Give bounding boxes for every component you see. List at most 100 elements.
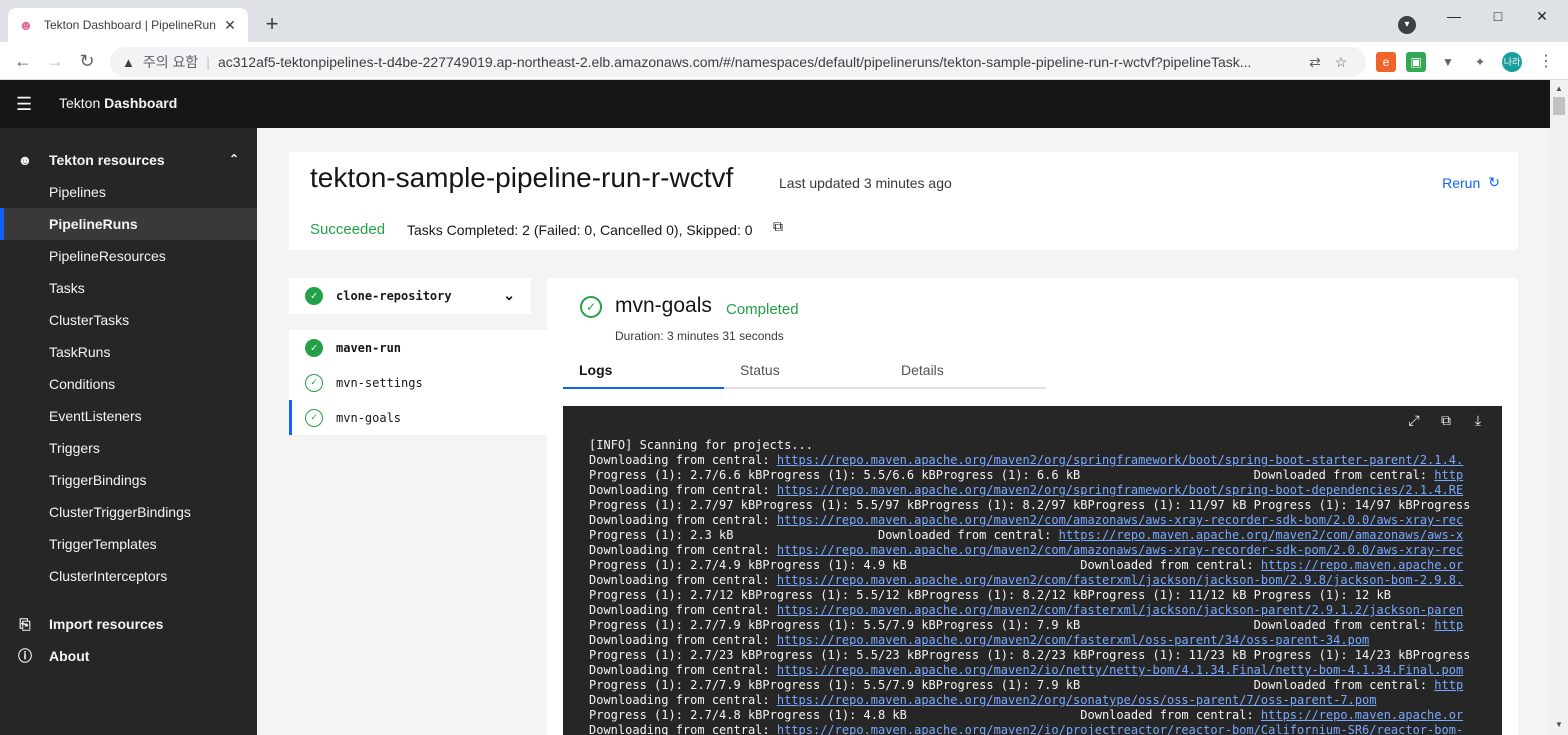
step-name: mvn-goals [336, 410, 402, 425]
log-link[interactable]: https://repo.maven.apache.org/maven2/com… [777, 543, 1463, 557]
log-link[interactable]: http [1434, 468, 1463, 482]
copy-icon[interactable]: ⧉ [773, 218, 783, 235]
close-window-button[interactable]: ✕ [1520, 0, 1564, 32]
log-text: Progress (1): 2.7/4.9 kBProgress (1): 4.… [589, 558, 1261, 572]
rerun-button[interactable]: Rerun ↻ [1442, 174, 1500, 191]
translate-icon[interactable]: ⇄ [1302, 54, 1328, 71]
log-line: Progress (1): 2.7/97 kBProgress (1): 5.5… [589, 498, 1476, 513]
address-bar[interactable]: ▲ 주의 요함 | ac312af5-tektonpipelines-t-d4b… [110, 47, 1366, 77]
log-text: Progress (1): 2.7/23 kBProgress (1): 5.5… [589, 648, 1471, 662]
security-warning-text[interactable]: 주의 요함 [143, 52, 198, 72]
log-text: Downloading from central: [589, 513, 777, 527]
reload-icon[interactable]: ↻ [74, 48, 100, 74]
sidebar-item-triggertemplates[interactable]: TriggerTemplates [0, 528, 257, 560]
browser-tab[interactable]: ☻ Tekton Dashboard | PipelineRun ✕ [8, 8, 248, 42]
sidebar-item-eventlisteners[interactable]: EventListeners [0, 400, 257, 432]
log-line: Downloading from central: https://repo.m… [589, 723, 1476, 735]
log-link[interactable]: https://repo.maven.apache.org/maven2/com… [777, 573, 1463, 587]
scroll-down-icon[interactable]: ▼ [1555, 720, 1563, 729]
profile-avatar[interactable]: 나라 [1502, 52, 1522, 72]
new-tab-button[interactable]: + [260, 12, 284, 36]
log-viewer[interactable]: ⤢ ⧉ ⤓ [INFO] Scanning for projects... Dow… [563, 406, 1502, 735]
log-text: Downloading from central: [589, 453, 777, 467]
tab-details[interactable]: Details [885, 357, 1046, 389]
log-link[interactable]: https://repo.maven.apache.org/maven2/com… [777, 633, 1369, 647]
maximize-window-button[interactable]: □ [1476, 0, 1520, 32]
log-link[interactable]: https://repo.maven.apache.org/maven2/com… [777, 603, 1463, 617]
log-line: Downloading from central: https://repo.m… [589, 603, 1476, 618]
log-link[interactable]: http [1434, 678, 1463, 692]
main-content: tekton-sample-pipeline-run-r-wctvf Last … [257, 128, 1550, 735]
sidebar-item-triggers[interactable]: Triggers [0, 432, 257, 464]
scroll-thumb[interactable] [1553, 97, 1565, 115]
log-line: Downloading from central: https://repo.m… [589, 453, 1476, 468]
extensions-puzzle-icon[interactable]: ✦ [1470, 52, 1490, 72]
tab-logs[interactable]: Logs [563, 357, 724, 389]
browser-tab-title: Tekton Dashboard | PipelineRun [44, 18, 216, 32]
chevron-down-icon[interactable]: ⌄ [503, 287, 515, 304]
brand-prefix: Tekton [59, 95, 101, 111]
tab-search-icon[interactable]: ▾ [1398, 16, 1416, 34]
tasks-summary: Tasks Completed: 2 (Failed: 0, Cancelled… [407, 222, 753, 238]
bookmark-star-icon[interactable]: ☆ [1328, 54, 1354, 71]
step-mvn-settings[interactable]: ✓ mvn-settings [289, 365, 547, 400]
log-text: Progress (1): 2.3 kB Downloaded from cen… [589, 528, 1059, 542]
chevron-up-icon[interactable]: ⌃ [229, 152, 239, 166]
log-link[interactable]: https://repo.maven.apache.org/maven2/org… [777, 453, 1463, 467]
log-line: Downloading from central: https://repo.m… [589, 663, 1476, 678]
log-link[interactable]: https://repo.maven.apache.or [1261, 708, 1463, 722]
app-brand[interactable]: Tekton Dashboard [59, 95, 177, 111]
browser-menu-icon[interactable]: ⋮ [1536, 52, 1556, 72]
close-tab-icon[interactable]: ✕ [222, 17, 238, 34]
extension-ex-icon[interactable]: e [1376, 52, 1396, 72]
rerun-label: Rerun [1442, 174, 1481, 191]
success-outline-icon: ✓ [305, 408, 323, 427]
sidebar-item-conditions[interactable]: Conditions [0, 368, 257, 400]
task-clone-repository[interactable]: ✓ clone-repository ⌄ [289, 278, 531, 314]
log-link[interactable]: https://repo.maven.apache.org/maven2/io/… [777, 723, 1463, 735]
log-line: Progress (1): 2.7/23 kBProgress (1): 5.5… [589, 648, 1476, 663]
sidebar-item-pipelineruns[interactable]: PipelineRuns [0, 208, 257, 240]
sidebar-item-clustertasks[interactable]: ClusterTasks [0, 304, 257, 336]
log-link[interactable]: https://repo.maven.apache.org/maven2/org… [777, 483, 1463, 497]
sidebar-item-clusterinterceptors[interactable]: ClusterInterceptors [0, 560, 257, 592]
log-text: Downloading from central: [589, 603, 777, 617]
sidebar-item-pipelineresources[interactable]: PipelineResources [0, 240, 257, 272]
url-text[interactable]: ac312af5-tektonpipelines-t-d4be-22774901… [218, 54, 1302, 70]
sidebar-item-triggerbindings[interactable]: TriggerBindings [0, 464, 257, 496]
sidebar-item-clustertriggerbindings[interactable]: ClusterTriggerBindings [0, 496, 257, 528]
log-link[interactable]: http [1434, 618, 1463, 632]
sidebar-item-pipelines[interactable]: Pipelines [0, 176, 257, 208]
step-mvn-goals[interactable]: ✓ mvn-goals [289, 400, 547, 435]
page-scrollbar[interactable]: ▲ ▼ [1550, 80, 1568, 735]
warning-triangle-icon[interactable]: ▲ [122, 55, 135, 70]
sidebar-section-tekton-resources[interactable]: ☻ Tekton resources ⌃ [0, 144, 257, 176]
download-icon[interactable]: ⤓ [1462, 412, 1494, 429]
about-label: About [49, 648, 90, 664]
info-icon: ⓘ [18, 648, 32, 664]
log-link[interactable]: https://repo.maven.apache.org/maven2/io/… [777, 663, 1463, 677]
tab-status[interactable]: Status [724, 357, 885, 389]
extension-vue-icon[interactable]: ▼ [1438, 52, 1458, 72]
log-link[interactable]: https://repo.maven.apache.org/maven2/com… [1059, 528, 1464, 542]
task-maven-run-header[interactable]: ✓ maven-run [289, 330, 547, 365]
log-link[interactable]: https://repo.maven.apache.org/maven2/org… [777, 693, 1377, 707]
minimize-window-button[interactable]: — [1432, 0, 1476, 32]
log-line: Progress (1): 2.7/7.9 kBProgress (1): 5.… [589, 618, 1476, 633]
extension-screen-icon[interactable]: ▣ [1406, 52, 1426, 72]
back-arrow-icon[interactable]: ← [10, 48, 36, 74]
log-link[interactable]: https://repo.maven.apache.or [1261, 558, 1463, 572]
maximize-icon[interactable]: ⤢ [1398, 412, 1430, 429]
step-state: Completed [726, 301, 799, 318]
forward-arrow-icon[interactable]: → [42, 48, 68, 74]
log-text: Progress (1): 2.7/12 kBProgress (1): 5.5… [589, 588, 1391, 602]
sidebar-item-tasks[interactable]: Tasks [0, 272, 257, 304]
sidebar-about[interactable]: ⓘ About [0, 640, 257, 672]
hamburger-menu-icon[interactable]: ☰ [16, 94, 36, 114]
tekton-favicon-icon: ☻ [18, 17, 34, 33]
sidebar-item-taskruns[interactable]: TaskRuns [0, 336, 257, 368]
open-external-icon[interactable]: ⧉ [1430, 412, 1462, 429]
log-link[interactable]: https://repo.maven.apache.org/maven2/com… [777, 513, 1463, 527]
sidebar-import-resources[interactable]: ⎘ Import resources [0, 608, 257, 640]
scroll-up-icon[interactable]: ▲ [1555, 84, 1563, 93]
